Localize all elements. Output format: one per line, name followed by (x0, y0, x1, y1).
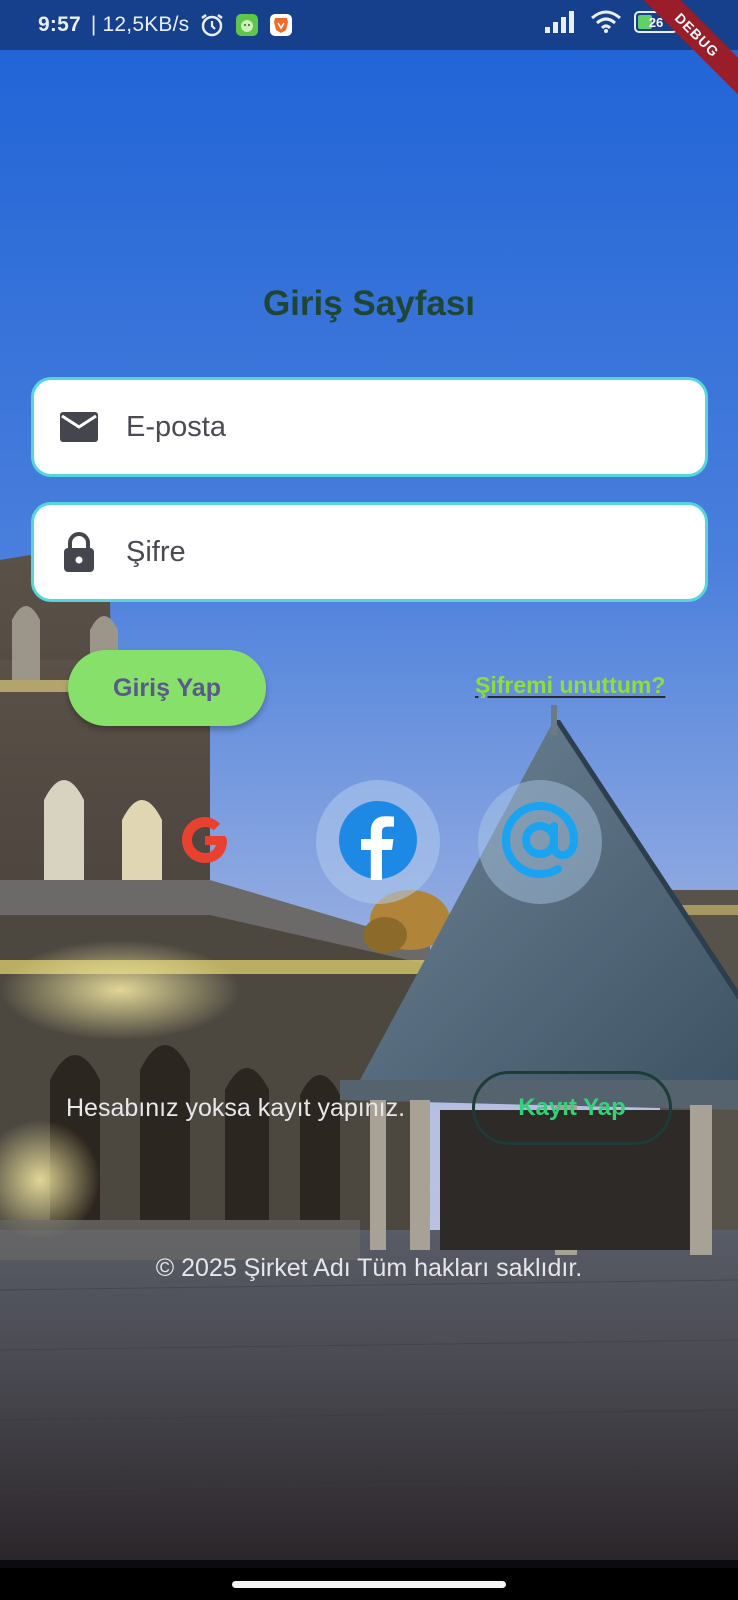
android-app-icon (235, 13, 259, 37)
home-indicator[interactable] (232, 1581, 506, 1588)
email-login-button[interactable] (478, 780, 602, 904)
page-title: Giriş Sayfası (262, 284, 476, 323)
password-field[interactable] (31, 502, 708, 602)
password-input[interactable] (126, 535, 686, 569)
at-sign-icon (499, 799, 581, 886)
forgot-password-link[interactable]: Şifremi unuttum? (475, 672, 665, 699)
mail-icon (56, 404, 102, 450)
facebook-icon (338, 800, 418, 885)
google-login-button[interactable] (143, 780, 267, 904)
email-field[interactable] (31, 377, 708, 477)
network-speed: | 12,5KB/s (90, 13, 190, 36)
status-time: 9:57 (38, 13, 81, 36)
alarm-icon (199, 12, 225, 38)
login-button[interactable]: Giriş Yap (68, 650, 266, 726)
brave-icon (269, 13, 293, 37)
copyright-text: © 2025 Şirket Adı Tüm hakları saklıdır. (155, 1254, 583, 1282)
lock-icon (56, 529, 102, 575)
register-button[interactable]: Kayıt Yap (472, 1071, 672, 1145)
register-prompt: Hesabınız yoksa kayıt yapınız. (66, 1094, 406, 1122)
email-input[interactable] (126, 410, 686, 444)
signal-icon (544, 10, 578, 34)
status-bar: 9:57 | 12,5KB/s 26 DEBUG (0, 0, 738, 105)
facebook-login-button[interactable] (316, 780, 440, 904)
wifi-icon (590, 10, 622, 34)
google-icon (179, 814, 231, 871)
